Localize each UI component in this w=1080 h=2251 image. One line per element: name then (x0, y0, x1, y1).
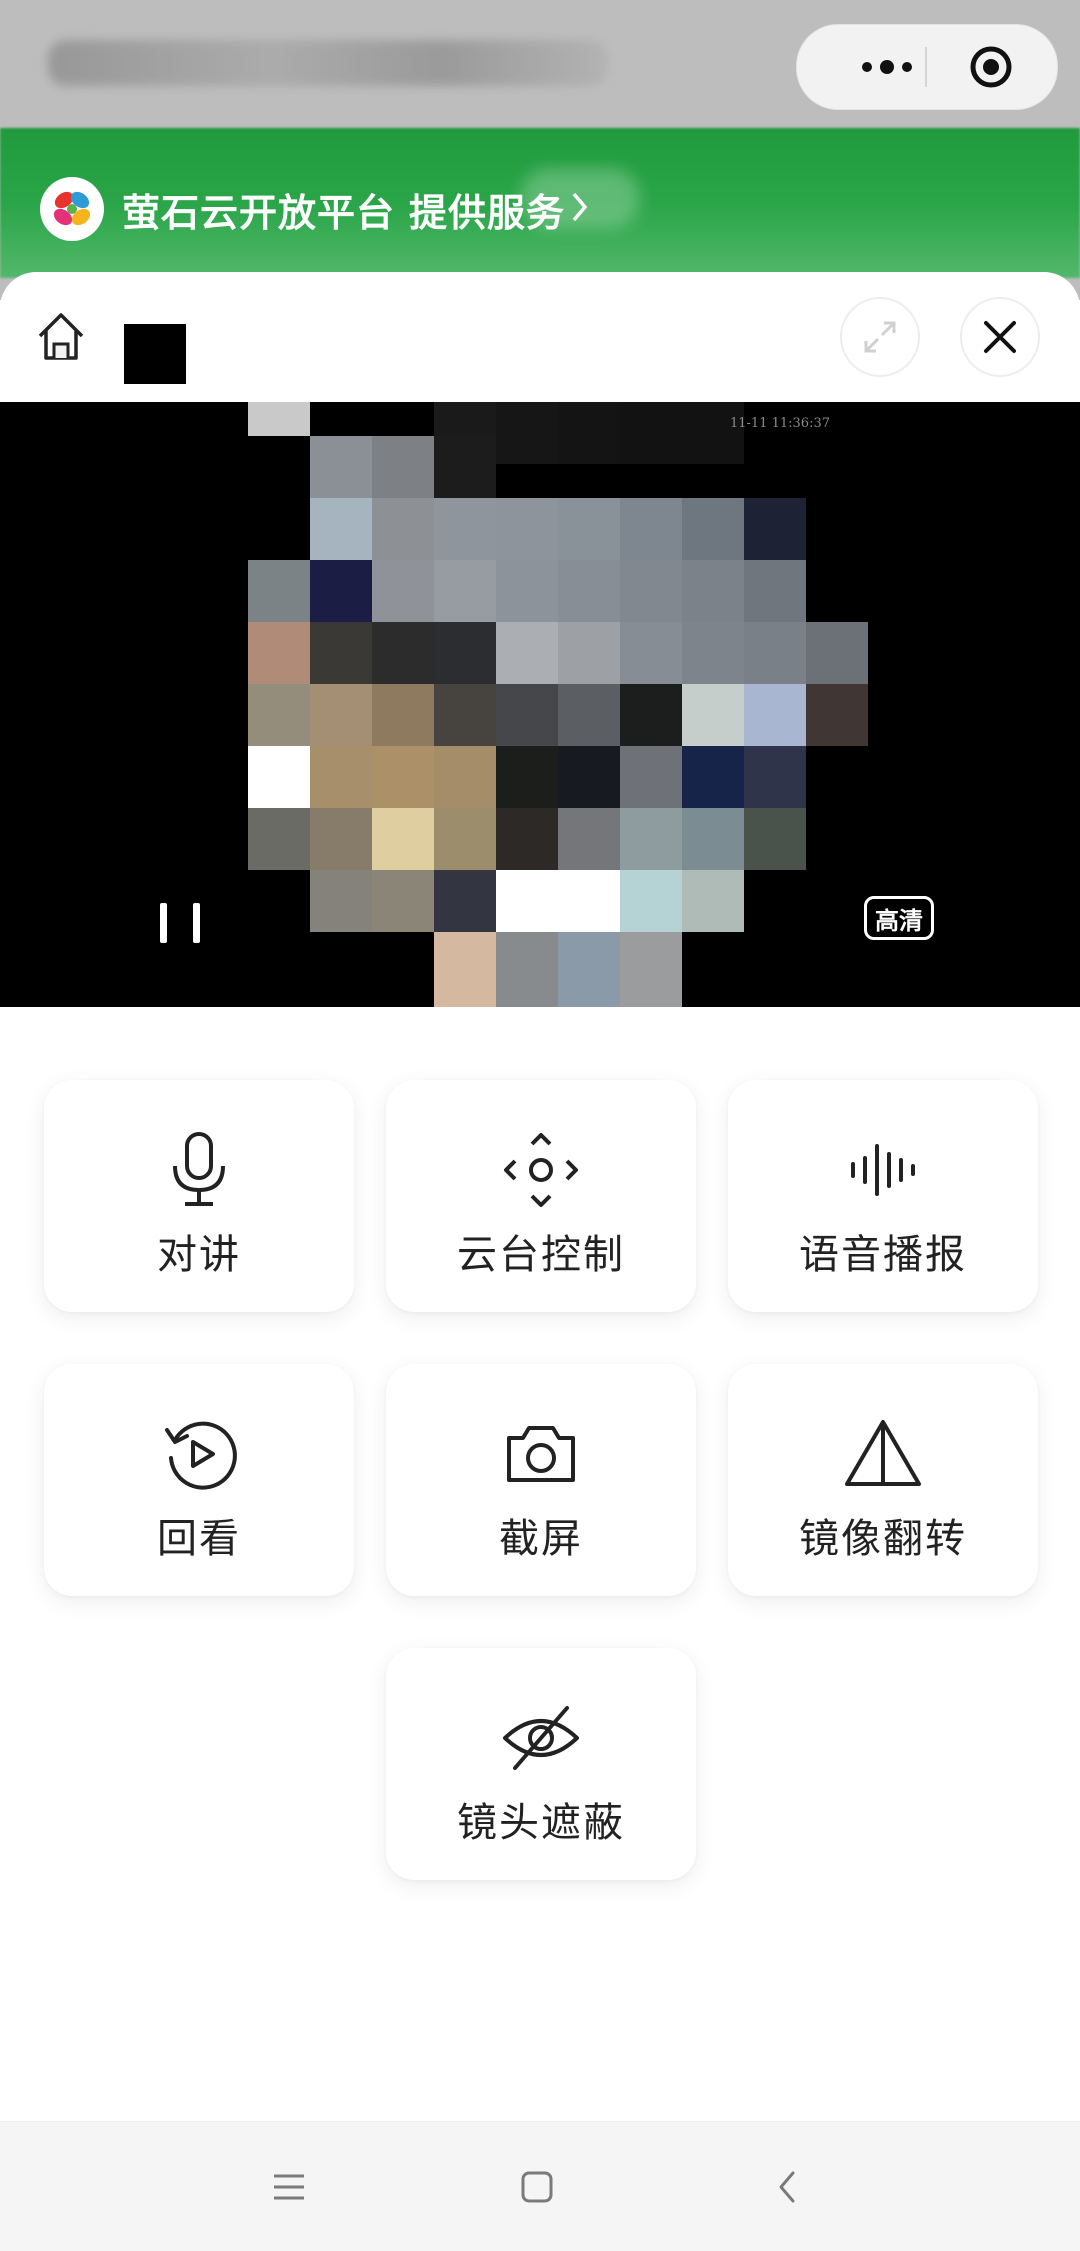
voice-broadcast-button[interactable]: 语音播报 (728, 1080, 1038, 1312)
miniprogram-capsule (796, 24, 1058, 110)
talk-label: 对讲 (157, 1232, 241, 1278)
mirror-flip-icon (843, 1414, 923, 1494)
device-sheet: 11-11 11:36:37 高清 对讲 云台控制 语音播报 回看 截屏 镜像翻… (0, 272, 1080, 2251)
home-icon[interactable] (30, 306, 92, 368)
voice-broadcast-label: 语音播报 (799, 1232, 967, 1278)
screenshot-button[interactable]: 截屏 (386, 1364, 696, 1596)
redacted-title (124, 324, 186, 384)
more-dots-icon[interactable] (837, 51, 937, 83)
sheet-header (0, 272, 1080, 402)
lens-privacy-label: 镜头遮蔽 (457, 1800, 625, 1846)
target-circle-icon[interactable] (969, 45, 1013, 89)
ptz-control-label: 云台控制 (457, 1232, 625, 1278)
camera-icon (501, 1414, 581, 1494)
quality-toggle-button[interactable]: 高清 (864, 896, 934, 940)
ptz-control-button[interactable]: 云台控制 (386, 1080, 696, 1312)
square-home-icon[interactable] (512, 2162, 562, 2212)
ezviz-logo-icon (40, 177, 104, 241)
mirror-flip-label: 镜像翻转 (799, 1516, 967, 1562)
menu-icon[interactable] (264, 2162, 314, 2212)
pause-icon[interactable] (160, 899, 200, 947)
blurred-title (48, 40, 608, 86)
playback-button[interactable]: 回看 (44, 1364, 354, 1596)
talk-button[interactable]: 对讲 (44, 1080, 354, 1312)
chevron-right-icon (571, 190, 589, 228)
voice-wave-icon (843, 1130, 923, 1210)
playback-label: 回看 (157, 1516, 241, 1562)
expand-icon[interactable] (840, 297, 920, 377)
service-provider-banner[interactable]: 萤石云开放平台 提供服务 (40, 174, 589, 244)
screenshot-label: 截屏 (499, 1516, 583, 1562)
mirror-flip-button[interactable]: 镜像翻转 (728, 1364, 1038, 1596)
system-navigation-bar (0, 2121, 1080, 2251)
playback-icon (159, 1414, 239, 1494)
service-suffix: 提供服务 (409, 190, 566, 235)
microphone-icon (159, 1130, 239, 1210)
ptz-control-icon (501, 1130, 581, 1210)
eye-off-icon (501, 1698, 581, 1778)
close-icon[interactable] (960, 297, 1040, 377)
service-name: 萤石云开放平台 (122, 190, 396, 235)
capsule-divider (925, 47, 927, 87)
live-video-player[interactable]: 11-11 11:36:37 高清 (0, 402, 1080, 1007)
screen: 萤石云开放平台 提供服务 11-11 11:36:37 高清 对讲 云台控制 语… (0, 0, 1080, 2251)
video-timestamp: 11-11 11:36:37 (730, 416, 830, 431)
back-icon[interactable] (762, 2162, 812, 2212)
lens-privacy-button[interactable]: 镜头遮蔽 (386, 1648, 696, 1880)
